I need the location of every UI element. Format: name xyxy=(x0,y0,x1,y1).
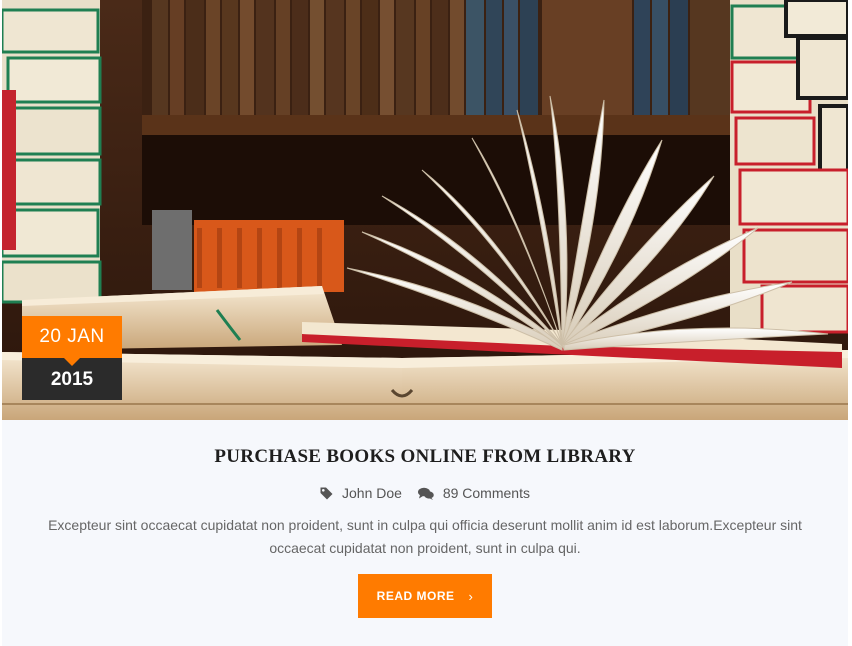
chevron-right-icon: › xyxy=(468,588,474,604)
books-illustration xyxy=(2,0,848,420)
featured-image-books[interactable]: 20 JAN 2015 xyxy=(2,0,848,420)
post-date-badge: 20 JAN 2015 xyxy=(22,316,122,400)
post-title[interactable]: PURCHASE BOOKS ONLINE FROM LIBRARY xyxy=(2,446,848,468)
blog-post-card: 20 JAN 2015 PURCHASE BOOKS ONLINE FROM L… xyxy=(2,0,848,646)
post-comments[interactable]: 89 Comments xyxy=(417,484,530,502)
comments-icon xyxy=(417,487,434,500)
post-author[interactable]: John Doe xyxy=(320,484,402,502)
post-author-name: John Doe xyxy=(342,485,402,501)
post-date-day-month: 20 JAN xyxy=(22,316,122,366)
post-meta: John Doe 89 Comments xyxy=(2,484,848,504)
tag-icon xyxy=(320,487,333,499)
read-more-button[interactable]: READ MORE › xyxy=(358,574,492,618)
post-comments-count: 89 Comments xyxy=(442,485,530,501)
post-excerpt: Excepteur sint occaecat cupidatat non pr… xyxy=(48,517,802,556)
read-more-label: READ MORE xyxy=(376,589,455,603)
